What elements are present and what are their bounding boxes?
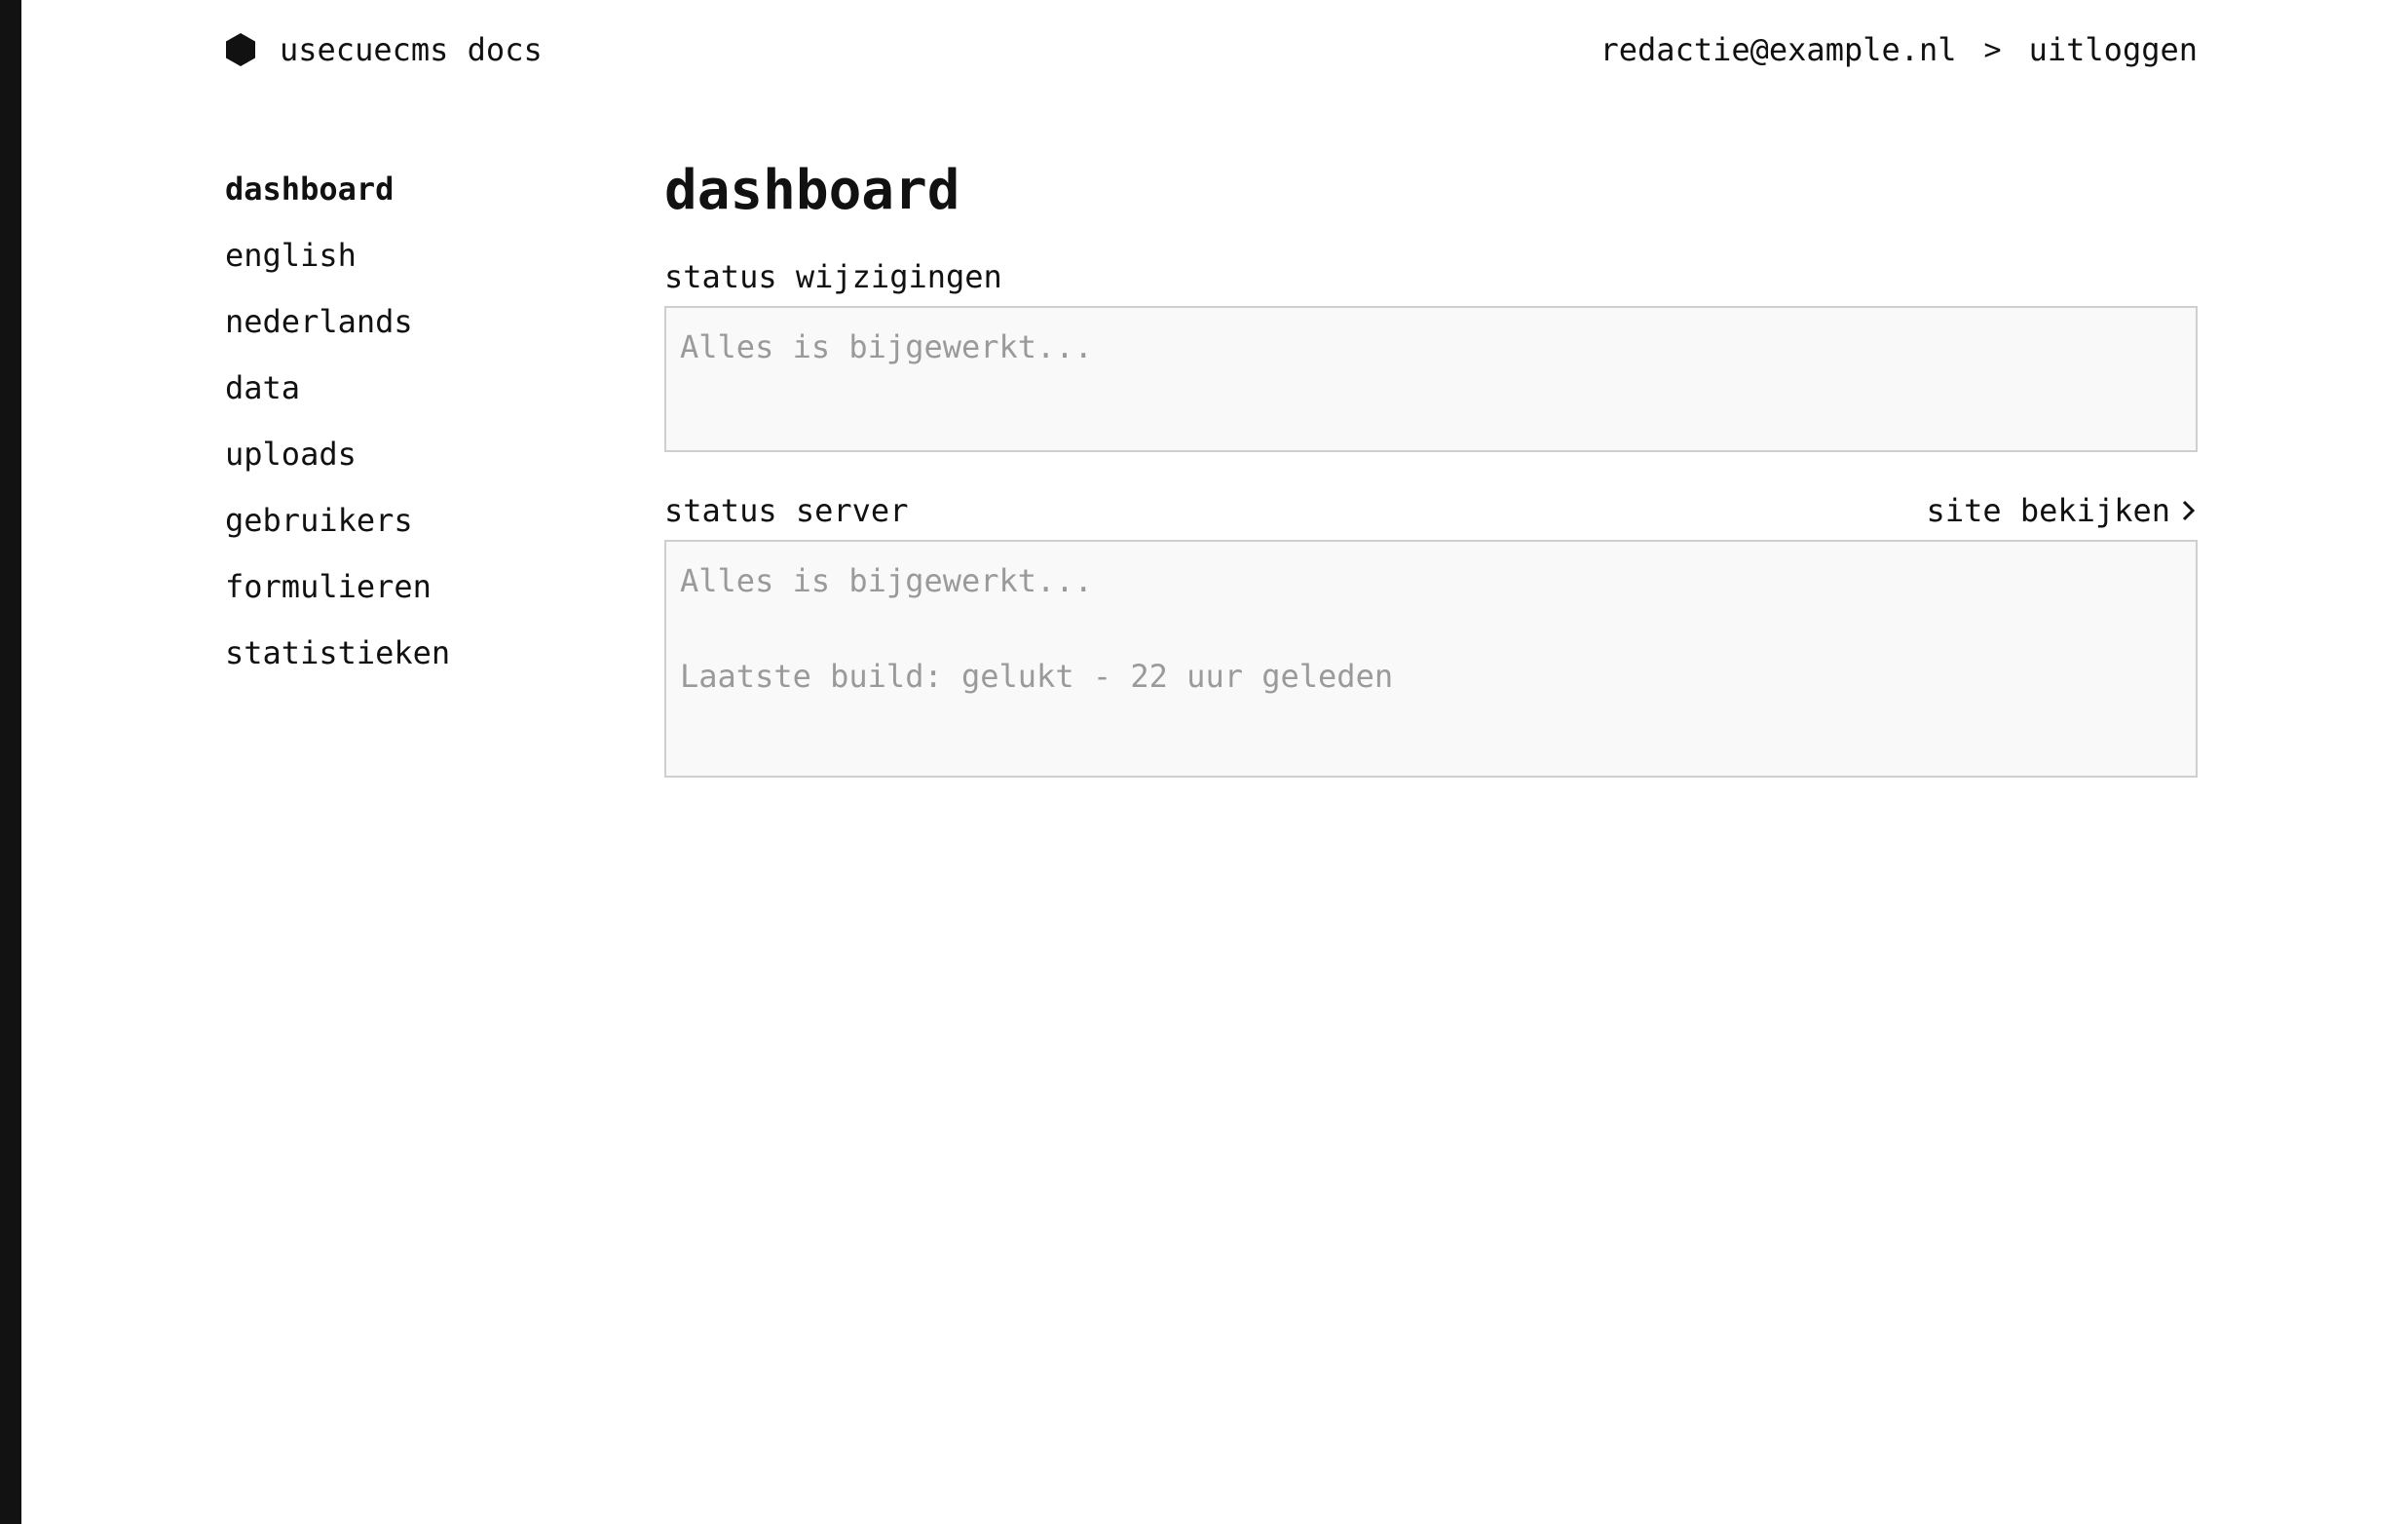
- user-email[interactable]: redactie@example.nl: [1600, 31, 1957, 68]
- changes-status-box: Alles is bijgewerkt...: [664, 306, 2198, 452]
- brand-name: usecuecms docs: [280, 31, 543, 68]
- sidebar-item-data[interactable]: data: [225, 364, 615, 431]
- window-edge-strip: [0, 0, 21, 1524]
- view-site-label: site bekijken: [1926, 492, 2170, 529]
- sidebar-item-dashboard[interactable]: dashboard: [225, 166, 615, 232]
- logout-link[interactable]: uitloggen: [2029, 31, 2198, 68]
- sidebar-item-uploads[interactable]: uploads: [225, 431, 615, 497]
- sidebar-item-nederlands[interactable]: nederlands: [225, 298, 615, 364]
- changes-heading: status wijzigingen: [664, 258, 1002, 295]
- top-bar: usecuecms docs redactie@example.nl > uit…: [225, 29, 2198, 70]
- chevron-right-icon: [2182, 500, 2196, 521]
- changes-section-header: status wijzigingen: [664, 255, 2198, 298]
- page-title: dashboard: [664, 159, 960, 222]
- build-status: Laatste build: gelukt - 22 uur geleden: [680, 658, 1394, 695]
- sidebar-item-english[interactable]: english: [225, 232, 615, 298]
- sidebar-item-statistieken[interactable]: statistieken: [225, 629, 615, 696]
- sidebar-nav: dashboard english nederlands data upload…: [225, 166, 615, 696]
- server-message: Alles is bijgewerkt...: [680, 562, 1093, 599]
- brand[interactable]: usecuecms docs: [225, 31, 543, 68]
- main-content: dashboard status wijzigingen Alles is bi…: [664, 156, 2198, 778]
- user-bar: redactie@example.nl > uitloggen: [1600, 31, 2199, 68]
- changes-message: Alles is bijgewerkt...: [680, 328, 1093, 365]
- server-status-box: Alles is bijgewerkt... Laatste build: ge…: [664, 540, 2198, 778]
- sidebar-item-gebruikers[interactable]: gebruikers: [225, 497, 615, 563]
- server-section-header: status server site bekijken: [664, 489, 2198, 532]
- chevron-right-icon: >: [1983, 32, 2002, 67]
- sidebar-item-formulieren[interactable]: formulieren: [225, 563, 615, 629]
- hexagon-logo-icon: [226, 33, 255, 66]
- view-site-link[interactable]: site bekijken: [1927, 492, 2198, 529]
- server-heading: status server: [664, 492, 909, 529]
